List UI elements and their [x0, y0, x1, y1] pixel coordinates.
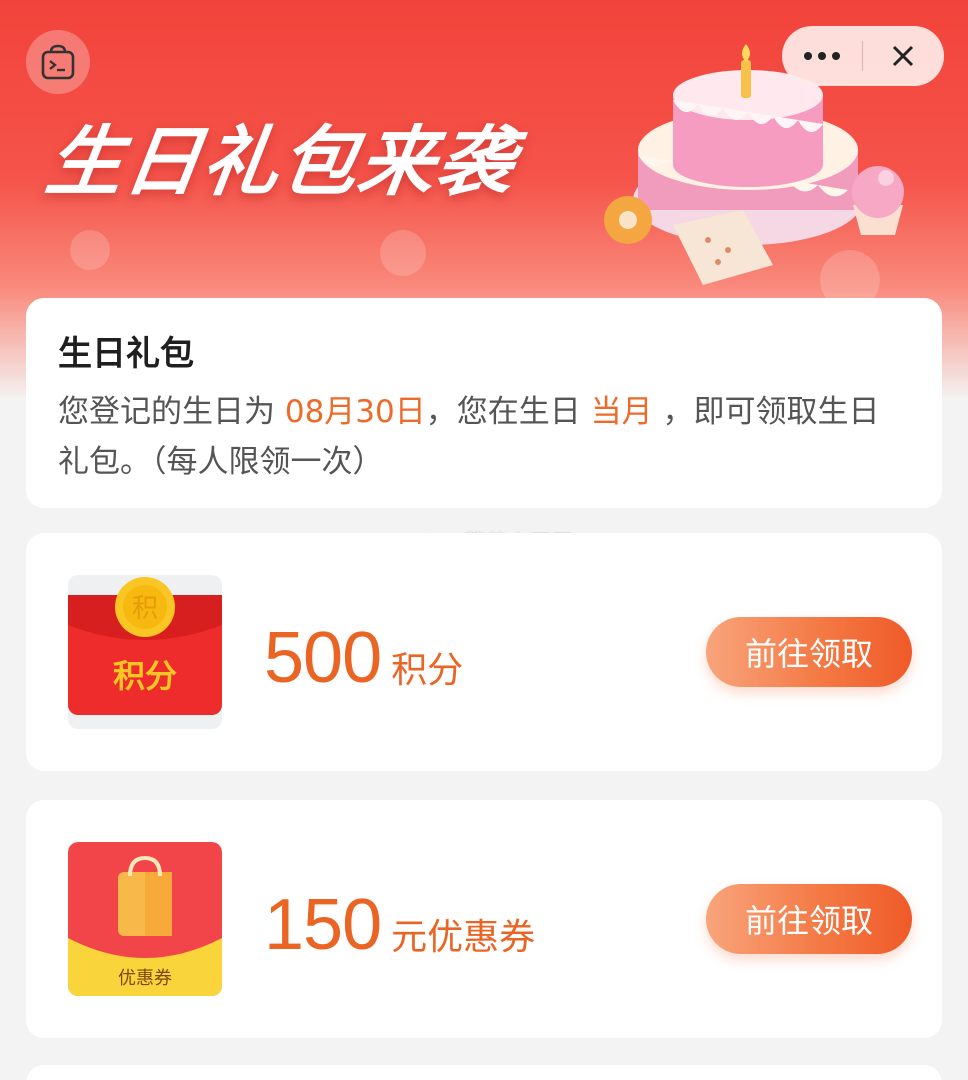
gift-card-partial [26, 1065, 942, 1080]
capsule-menu [782, 26, 944, 86]
banner-title: 生日礼包来袭 [40, 117, 522, 206]
gift-card-points: 积 积分 500 积分 前往领取 [26, 533, 942, 771]
gift-card-coupon: 优惠券 150 元优惠券 前往领取 [26, 800, 942, 1038]
gift-amount: 500 积分 [264, 617, 463, 699]
coupon-icon-label: 优惠券 [118, 968, 172, 989]
gift-amount-number: 500 [264, 618, 382, 698]
gift-amount: 150 元优惠券 [264, 884, 535, 966]
coin-label: 积 [132, 594, 158, 624]
envelope-label: 积分 [113, 657, 177, 695]
gift-amount-unit: 元优惠券 [391, 917, 536, 958]
mini-program-icon[interactable] [26, 30, 90, 94]
red-envelope-icon: 积 积分 [68, 575, 222, 729]
claim-period: 当月 [590, 394, 653, 430]
info-text: 您登记的生日为 08月30日，您在生日 当月 ，即可领取生日礼包。（每人限领一次… [58, 387, 910, 487]
gift-amount-number: 150 [264, 885, 382, 965]
more-dots-icon[interactable] [782, 26, 862, 86]
claim-coupon-button[interactable]: 前往领取 [706, 884, 912, 954]
birthday-info-card: 生日礼包 您登记的生日为 08月30日，您在生日 当月 ，即可领取生日礼包。（每… [26, 298, 942, 508]
info-text-prefix: 您登记的生日为 [58, 394, 285, 430]
gift-amount-unit: 积分 [391, 650, 464, 691]
info-title: 生日礼包 [58, 334, 194, 374]
info-text-middle: ，您在生日 [425, 394, 591, 430]
shopping-bag-coupon-icon: 优惠券 [68, 842, 222, 996]
terminal-bag-icon [41, 44, 75, 80]
birthday-date: 08月30日 [284, 394, 426, 430]
claim-points-button[interactable]: 前往领取 [706, 617, 912, 687]
close-icon[interactable] [863, 26, 943, 86]
